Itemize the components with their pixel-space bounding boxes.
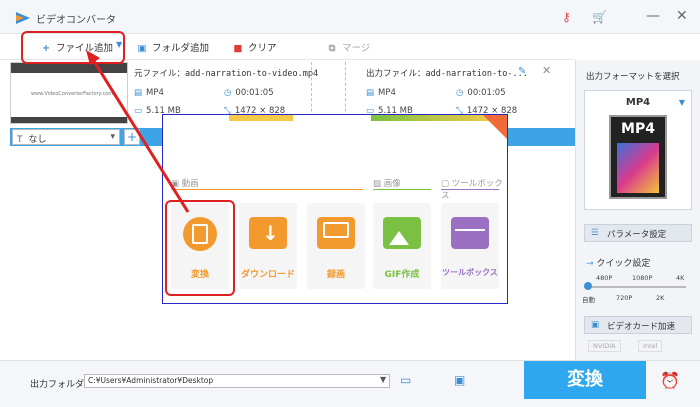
source-file-row: 元ファイル：add-narration-to-video.mp4 [134,69,319,79]
close-icon[interactable]: ✕ [676,8,688,24]
clock-icon: ◷ [224,88,232,98]
convert-button[interactable]: 変換 [524,361,646,399]
minimize-icon[interactable]: — [646,8,660,24]
toolbox-icon: ▢ [441,179,452,189]
gif-maker-tile[interactable]: GIF作成 [373,203,431,289]
quality-slider[interactable] [586,286,686,288]
divider [171,189,363,190]
merge-icon: ⧉ [328,43,336,54]
output-format-selector[interactable]: MP4 ▼ MP4 [584,90,692,210]
folder-icon: ▭ [134,106,143,116]
video-icon: ▤ [366,88,375,98]
toolbox-tile[interactable]: ツールボックス [441,203,499,289]
highlight-box [21,31,125,64]
clear-button[interactable]: ■ クリア [232,40,277,54]
browse-folder-icon[interactable]: ▣ [454,373,465,387]
mp4-format-card: MP4 [609,115,667,199]
add-folder-button[interactable]: ▣ フォルダ追加 [136,40,210,54]
format-panel-title: 出力フォーマットを選択 [586,72,680,82]
image-section-label: ▨ 画像 [373,179,401,189]
source-format: ▤ MP4 [134,88,164,98]
output-folder-field[interactable]: C:¥Users¥Administrator¥Desktop [84,374,390,388]
footer-bar: 出力フォルダ： C:¥Users¥Administrator¥Desktop ▼… [0,360,700,407]
format-panel: 出力フォーマットを選択 MP4 ▼ MP4 ☰ パラメータ設定 ⊸ クイック設定 … [575,60,700,360]
image-icon [383,217,421,249]
subtitle-select[interactable]: T なし ▾ [12,129,120,145]
output-format: ▤ MP4 [366,88,396,98]
add-subtitle-button[interactable]: + [124,129,140,145]
source-duration: ◷ 00:01:05 [224,88,274,98]
clock-icon: ◷ [456,88,464,98]
monitor-icon [317,217,355,249]
output-duration: ◷ 00:01:05 [456,88,506,98]
film-icon: ▣ [171,179,182,189]
image-icon: ▨ [373,179,384,189]
toolbox-icon [451,217,489,249]
record-tile[interactable]: 録画 [307,203,365,289]
output-file-row: 出力ファイル：add-narration-to-... [366,69,528,79]
divider [300,62,312,122]
download-icon: ↓ [249,217,287,249]
remove-file-icon[interactable]: ✕ [542,64,551,77]
title-bar: ビデオコンバータ ⚷ 🛒 — ✕ [0,0,700,34]
folder-plus-icon: ▣ [137,43,147,54]
alarm-icon[interactable]: ⏰ [660,371,680,390]
divider [334,62,346,122]
merge-button[interactable]: ⧉ マージ [326,40,371,54]
quick-icon: ⊸ [586,259,597,269]
app-title: ビデオコンバータ [36,15,116,26]
chevron-down-icon[interactable]: ▼ [380,375,386,384]
highlight-box [165,200,235,296]
trash-icon: ■ [233,43,243,54]
intel-badge: Intel [638,340,663,352]
accent-bar [229,115,293,121]
thumbnail-caption: www.VideoConverterFactory.com [31,91,114,97]
parameter-settings-button[interactable]: ☰ パラメータ設定 [584,224,692,242]
text-icon: T [17,135,23,145]
quick-settings-label: ⊸ クイック設定 [586,259,651,269]
divider [441,189,499,190]
accent-bar [371,115,497,121]
video-section-label: ▣ 動画 [171,179,199,189]
divider [373,189,431,190]
download-tile[interactable]: ↓ ダウンロード [239,203,297,289]
slider-knob[interactable] [584,282,592,290]
chip-icon: ▣ [591,320,600,330]
edit-icon[interactable]: ✎ [518,66,526,77]
gpu-acceleration-button[interactable]: ▣ ビデオカード加速 [584,316,692,334]
chevron-down-icon: ▼ [678,98,685,107]
app-logo-icon [16,12,30,24]
chevron-down-icon: ▾ [110,132,115,142]
sliders-icon: ☰ [591,228,599,238]
video-thumbnail[interactable]: www.VideoConverterFactory.com [10,62,128,124]
key-icon[interactable]: ⚷ [562,10,571,24]
cart-icon[interactable]: 🛒 [592,10,607,24]
open-folder-icon[interactable]: ▭ [400,373,411,387]
corner-decoration [483,115,507,139]
video-icon: ▤ [134,88,143,98]
nvidia-badge: NVIDIA [588,340,621,352]
